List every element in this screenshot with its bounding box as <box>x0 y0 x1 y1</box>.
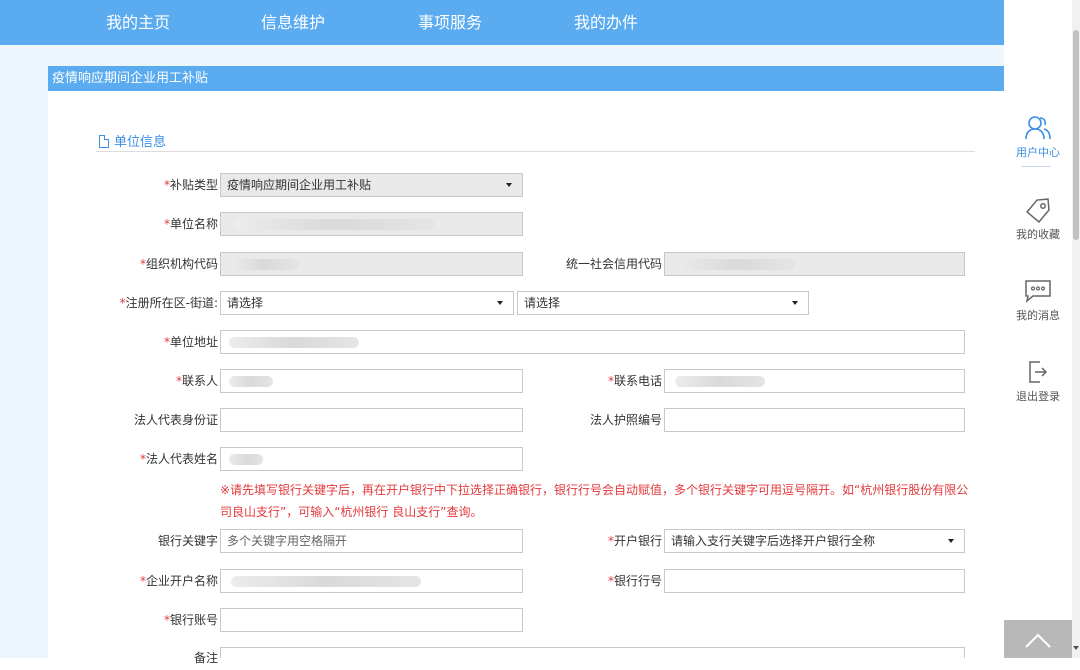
tag-icon <box>1025 198 1050 223</box>
message-icon <box>1025 280 1051 303</box>
bank-code-label: *银行行号 <box>607 574 662 588</box>
chevron-down-icon <box>506 183 512 187</box>
back-to-top-button[interactable] <box>1004 620 1072 658</box>
account-name-field[interactable] <box>220 569 523 593</box>
right-sidebar <box>1004 0 1080 658</box>
nav-item-home[interactable]: 我的主页 <box>106 0 170 45</box>
sidebar-item-logout[interactable]: 退出登录 <box>1004 359 1072 404</box>
credit-code-label: 统一社会信用代码 <box>565 257 662 271</box>
redacted-value <box>235 219 435 230</box>
bank-code-input[interactable] <box>664 569 965 593</box>
passport-label: 法人护照编号 <box>589 413 662 427</box>
legal-name-label: *法人代表姓名 <box>139 452 218 466</box>
unit-name-label: *单位名称 <box>163 217 218 231</box>
nav-item-my-cases[interactable]: 我的办件 <box>574 0 638 45</box>
user-center-icon <box>1025 116 1051 140</box>
redacted-value <box>675 376 765 387</box>
account-no-label: *银行账号 <box>163 613 218 627</box>
street-select[interactable]: 请选择 <box>517 291 809 315</box>
page-title: 疫情响应期间企业用工补贴 <box>48 66 1004 91</box>
address-field[interactable] <box>220 330 965 354</box>
redacted-value <box>229 259 299 270</box>
open-bank-label: *开户银行 <box>607 534 662 548</box>
section-divider <box>96 151 975 152</box>
bank-keyword-input[interactable] <box>220 529 523 553</box>
redacted-value <box>229 454 263 465</box>
account-no-input[interactable] <box>220 608 523 632</box>
scrollbar-thumb[interactable] <box>1073 30 1079 240</box>
remark-label: 备注 <box>193 651 218 665</box>
subsidy-type-select[interactable]: 疫情响应期间企业用工补贴 <box>220 173 523 197</box>
legal-id-label: 法人代表身份证 <box>133 413 218 427</box>
org-code-field[interactable] <box>220 252 523 276</box>
district-label: *注册所在区-街道: <box>119 296 218 310</box>
logout-icon <box>1029 361 1048 383</box>
nav-item-services[interactable]: 事项服务 <box>418 0 482 45</box>
chevron-down-icon <box>948 539 954 543</box>
address-label: *单位地址 <box>163 335 218 349</box>
redacted-value <box>229 376 273 387</box>
chevron-down-icon <box>792 301 798 305</box>
unit-name-field[interactable] <box>220 212 523 236</box>
remark-textarea[interactable] <box>220 647 965 658</box>
top-nav: 我的主页 信息维护 事项服务 我的办件 <box>0 0 1004 45</box>
account-name-label: *企业开户名称 <box>139 574 218 588</box>
org-code-label: *组织机构代码 <box>139 257 218 271</box>
sidebar-item-user-center[interactable]: 用户中心 <box>1004 115 1072 160</box>
bank-notice: ※请先填写银行关键字后，再在开户银行中下拉选择正确银行，银行行号会自动赋值，多个… <box>220 483 969 519</box>
chevron-down-icon <box>497 301 503 305</box>
sidebar-item-favorites[interactable]: 我的收藏 <box>1004 197 1072 242</box>
subsidy-type-label: *补贴类型 <box>163 178 218 192</box>
chevron-up-icon <box>1025 633 1051 648</box>
section-header: 单位信息 <box>99 131 166 151</box>
legal-name-field[interactable] <box>220 447 523 471</box>
scroll-down-icon[interactable] <box>1073 646 1079 650</box>
redacted-value <box>675 259 795 270</box>
contact-field[interactable] <box>220 369 523 393</box>
phone-field[interactable] <box>664 369 965 393</box>
document-icon <box>99 135 109 148</box>
open-bank-select[interactable]: 请输入支行关键字后选择开户银行全称 <box>664 529 965 553</box>
contact-label: *联系人 <box>175 374 218 388</box>
bank-keyword-label: 银行关键字 <box>157 534 218 548</box>
nav-item-info-maintenance[interactable]: 信息维护 <box>261 0 325 45</box>
phone-label: *联系电话 <box>607 374 662 388</box>
passport-input[interactable] <box>664 408 965 432</box>
section-title: 单位信息 <box>114 135 167 150</box>
active-underline <box>1021 166 1051 167</box>
credit-code-field[interactable] <box>664 252 965 276</box>
sidebar-item-messages[interactable]: 我的消息 <box>1004 278 1072 323</box>
legal-id-input[interactable] <box>220 408 523 432</box>
redacted-value <box>231 576 421 587</box>
district-select[interactable]: 请选择 <box>220 291 514 315</box>
redacted-value <box>229 337 359 348</box>
